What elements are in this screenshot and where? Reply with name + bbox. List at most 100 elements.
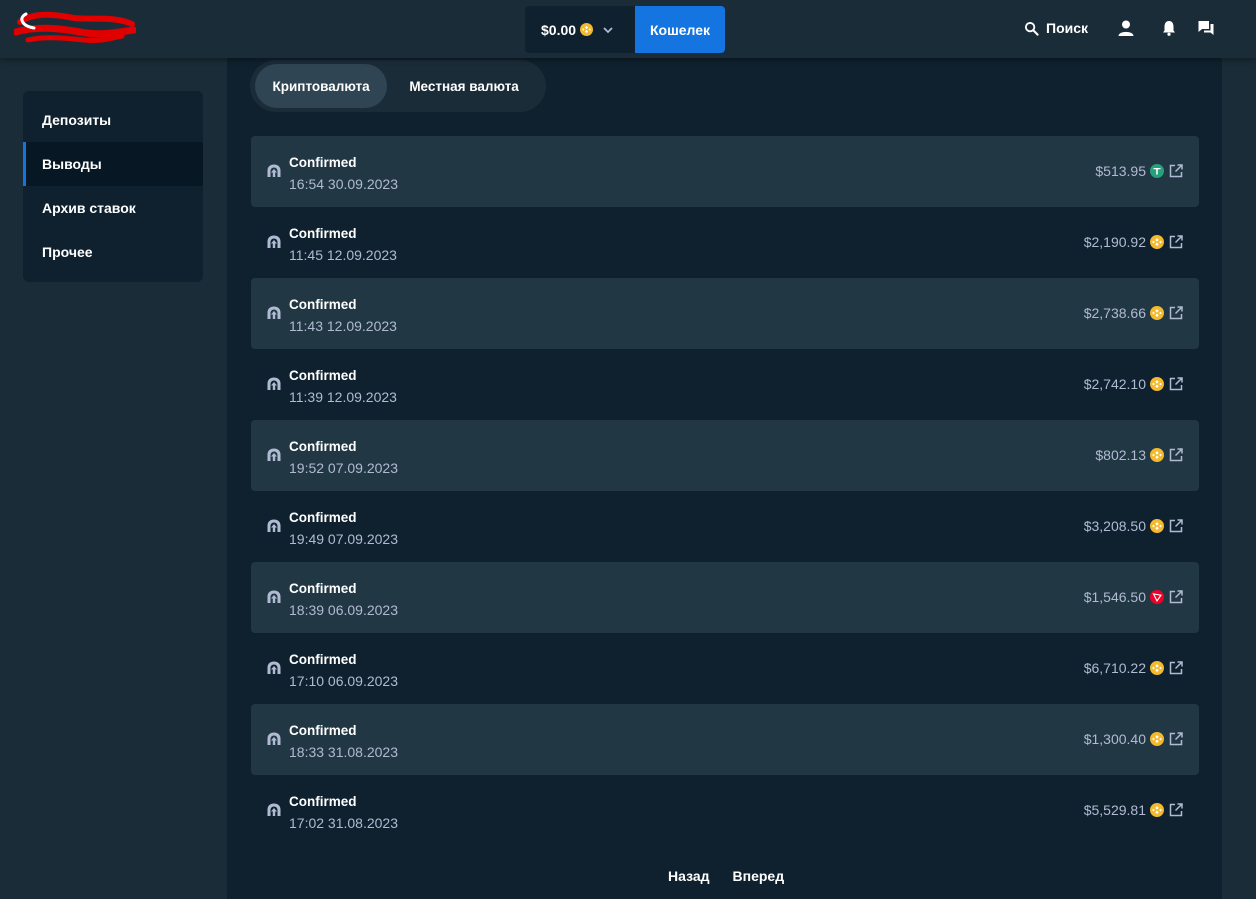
transaction-date: 19:52 07.09.2023 xyxy=(289,460,398,476)
transaction-amount-group: $513.95 xyxy=(1095,163,1183,179)
transaction-amount-group: $3,208.50 xyxy=(1084,518,1183,534)
external-link-icon[interactable] xyxy=(1169,164,1183,178)
wallet-button[interactable]: Кошелек xyxy=(635,6,725,53)
transaction-amount-group: $1,546.50 xyxy=(1084,589,1183,605)
search-button[interactable]: Поиск xyxy=(1024,18,1088,38)
transaction-status: Confirmed xyxy=(289,581,357,596)
search-icon xyxy=(1024,21,1039,36)
sidebar-item-deposits[interactable]: Депозиты xyxy=(23,98,203,142)
transaction-amount-group: $5,529.81 xyxy=(1084,802,1183,818)
account-sidebar: Депозиты Выводы Архив ставок Прочее xyxy=(23,91,203,282)
external-link-icon[interactable] xyxy=(1169,448,1183,462)
transaction-amount: $1,300.40 xyxy=(1083,731,1146,747)
transaction-row[interactable]: Confirmed 11:45 12.09.2023 $2,190.92 xyxy=(251,207,1199,278)
transaction-row[interactable]: Confirmed 16:54 30.09.2023 $513.95 xyxy=(251,136,1199,207)
withdraw-upload-icon xyxy=(267,732,281,745)
transaction-date: 17:10 06.09.2023 xyxy=(289,673,398,689)
withdraw-upload-icon xyxy=(267,306,281,319)
transaction-status: Confirmed xyxy=(289,510,357,525)
transaction-status: Confirmed xyxy=(289,368,357,383)
transaction-amount: $1,546.50 xyxy=(1083,589,1146,605)
external-link-icon[interactable] xyxy=(1169,661,1183,675)
transaction-date: 18:33 31.08.2023 xyxy=(289,744,398,760)
site-logo[interactable] xyxy=(14,8,136,46)
bnb-coin-icon xyxy=(1150,377,1164,391)
sidebar-item-other[interactable]: Прочее xyxy=(23,230,203,274)
transaction-amount-group: $2,190.92 xyxy=(1084,234,1183,250)
transaction-status: Confirmed xyxy=(289,226,357,241)
withdraw-upload-icon xyxy=(267,590,281,603)
prev-page-button[interactable]: Назад xyxy=(668,868,710,884)
transaction-row[interactable]: Confirmed 17:02 31.08.2023 $5,529.81 xyxy=(251,775,1199,846)
transaction-status: Confirmed xyxy=(289,155,357,170)
chevron-down-icon xyxy=(603,26,613,33)
external-link-icon[interactable] xyxy=(1169,235,1183,249)
withdraw-upload-icon xyxy=(267,164,281,177)
transaction-row[interactable]: Confirmed 19:52 07.09.2023 $802.13 xyxy=(251,420,1199,491)
withdraw-upload-icon xyxy=(267,661,281,674)
balance-value: $0.00 xyxy=(541,21,577,38)
balance-dropdown[interactable]: $0.00 xyxy=(525,6,635,53)
transaction-amount: $6,710.22 xyxy=(1083,660,1146,676)
trx-coin-icon xyxy=(1150,590,1164,604)
transaction-status: Confirmed xyxy=(289,794,357,809)
external-link-icon[interactable] xyxy=(1169,377,1183,391)
transaction-date: 11:45 12.09.2023 xyxy=(289,247,397,263)
withdraw-upload-icon xyxy=(267,377,281,390)
withdraw-upload-icon xyxy=(267,235,281,248)
transaction-amount-group: $6,710.22 xyxy=(1084,660,1183,676)
bnb-coin-icon xyxy=(1150,235,1164,249)
bnb-coin-icon xyxy=(1150,448,1164,462)
bnb-coin-icon xyxy=(1150,803,1164,817)
external-link-icon[interactable] xyxy=(1169,803,1183,817)
currency-tabs: Криптовалюта Местная валюта xyxy=(250,60,546,112)
wallet-group: $0.00 Кошелек xyxy=(525,6,725,53)
withdraw-upload-icon xyxy=(267,448,281,461)
transaction-date: 16:54 30.09.2023 xyxy=(289,176,398,192)
search-label: Поиск xyxy=(1046,20,1089,36)
external-link-icon[interactable] xyxy=(1169,590,1183,604)
transaction-status: Confirmed xyxy=(289,652,357,667)
tab-local-currency[interactable]: Местная валюта xyxy=(387,64,541,108)
transaction-amount: $3,208.50 xyxy=(1083,518,1146,534)
bnb-coin-icon xyxy=(1150,306,1164,320)
external-link-icon[interactable] xyxy=(1169,306,1183,320)
transaction-date: 18:39 06.09.2023 xyxy=(289,602,398,618)
next-page-button[interactable]: Вперед xyxy=(733,868,785,884)
pagination: Назад Вперед xyxy=(668,868,784,884)
transaction-row[interactable]: Confirmed 17:10 06.09.2023 $6,710.22 xyxy=(251,633,1199,704)
transaction-amount: $2,190.92 xyxy=(1083,234,1146,250)
sidebar-item-bet-archive[interactable]: Архив ставок xyxy=(23,186,203,230)
transaction-status: Confirmed xyxy=(289,439,357,454)
bnb-coin-icon xyxy=(1150,519,1164,533)
transaction-amount: $2,742.10 xyxy=(1083,376,1146,392)
transaction-row[interactable]: Confirmed 11:39 12.09.2023 $2,742.10 xyxy=(251,349,1199,420)
top-bar: $0.00 Кошелек Поиск xyxy=(0,0,1256,58)
usdt-coin-icon xyxy=(1150,164,1164,178)
transaction-date: 11:43 12.09.2023 xyxy=(289,318,397,334)
external-link-icon[interactable] xyxy=(1169,519,1183,533)
transaction-date: 17:02 31.08.2023 xyxy=(289,815,398,831)
user-icon[interactable] xyxy=(1117,19,1135,37)
tab-crypto[interactable]: Криптовалюта xyxy=(255,64,388,108)
bnb-coin-icon xyxy=(1150,661,1164,675)
transaction-amount: $802.13 xyxy=(1095,447,1146,463)
transaction-row[interactable]: Confirmed 18:33 31.08.2023 $1,300.40 xyxy=(251,704,1199,775)
transaction-row[interactable]: Confirmed 18:39 06.09.2023 $1,546.50 xyxy=(251,562,1199,633)
transaction-amount-group: $1,300.40 xyxy=(1084,731,1183,747)
transaction-amount-group: $2,742.10 xyxy=(1084,376,1183,392)
bnb-coin-icon xyxy=(1150,732,1164,746)
transaction-amount-group: $802.13 xyxy=(1095,447,1183,463)
transaction-amount: $5,529.81 xyxy=(1083,802,1146,818)
external-link-icon[interactable] xyxy=(1169,732,1183,746)
transaction-amount-group: $2,738.66 xyxy=(1084,305,1183,321)
bell-icon[interactable] xyxy=(1160,19,1178,37)
transaction-row[interactable]: Confirmed 11:43 12.09.2023 $2,738.66 xyxy=(251,278,1199,349)
transaction-row[interactable]: Confirmed 19:49 07.09.2023 $3,208.50 xyxy=(251,491,1199,562)
transaction-list: Confirmed 16:54 30.09.2023 $513.95 Confirme… xyxy=(251,136,1199,846)
transaction-status: Confirmed xyxy=(289,723,357,738)
chat-icon[interactable] xyxy=(1197,19,1215,37)
withdraw-upload-icon xyxy=(267,803,281,816)
transaction-status: Confirmed xyxy=(289,297,357,312)
sidebar-item-withdrawals[interactable]: Выводы xyxy=(23,142,203,186)
